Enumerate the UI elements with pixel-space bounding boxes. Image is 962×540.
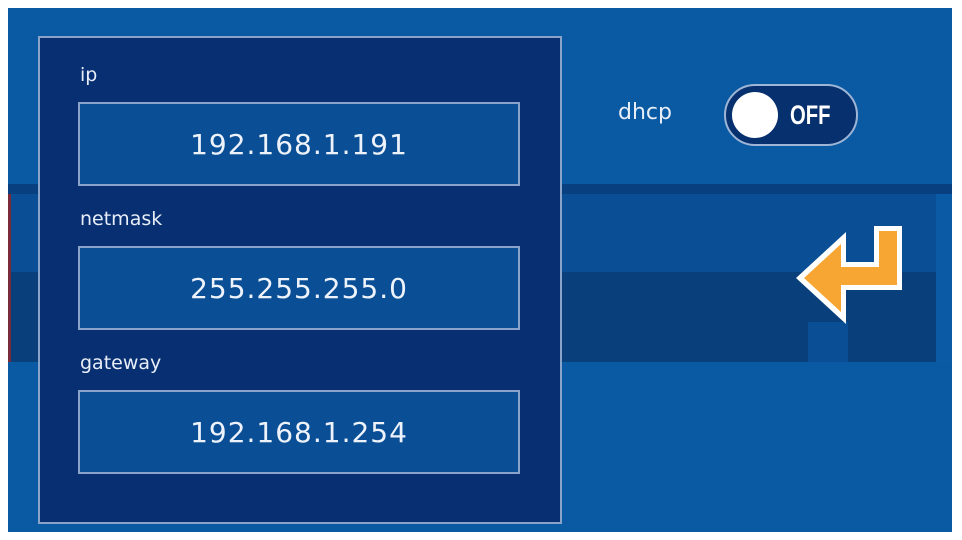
screen: ip 192.168.1.191 netmask 255.255.255.0 g…	[8, 8, 952, 532]
toggle-knob	[732, 92, 778, 138]
dhcp-label: dhcp	[618, 100, 672, 125]
network-settings-panel: ip 192.168.1.191 netmask 255.255.255.0 g…	[38, 36, 562, 524]
band-edge	[936, 194, 952, 362]
ip-field[interactable]: 192.168.1.191	[78, 102, 520, 186]
toggle-state-label: OFF	[790, 100, 831, 130]
gateway-label: gateway	[80, 352, 162, 374]
gateway-field[interactable]: 192.168.1.254	[78, 390, 520, 474]
netmask-field[interactable]: 255.255.255.0	[78, 246, 520, 330]
dhcp-toggle[interactable]: OFF	[724, 84, 858, 146]
ip-label: ip	[80, 64, 98, 86]
netmask-label: netmask	[80, 208, 163, 230]
enter-button[interactable]	[788, 222, 912, 328]
enter-arrow-icon	[796, 226, 902, 324]
left-edge-strip	[8, 194, 11, 362]
